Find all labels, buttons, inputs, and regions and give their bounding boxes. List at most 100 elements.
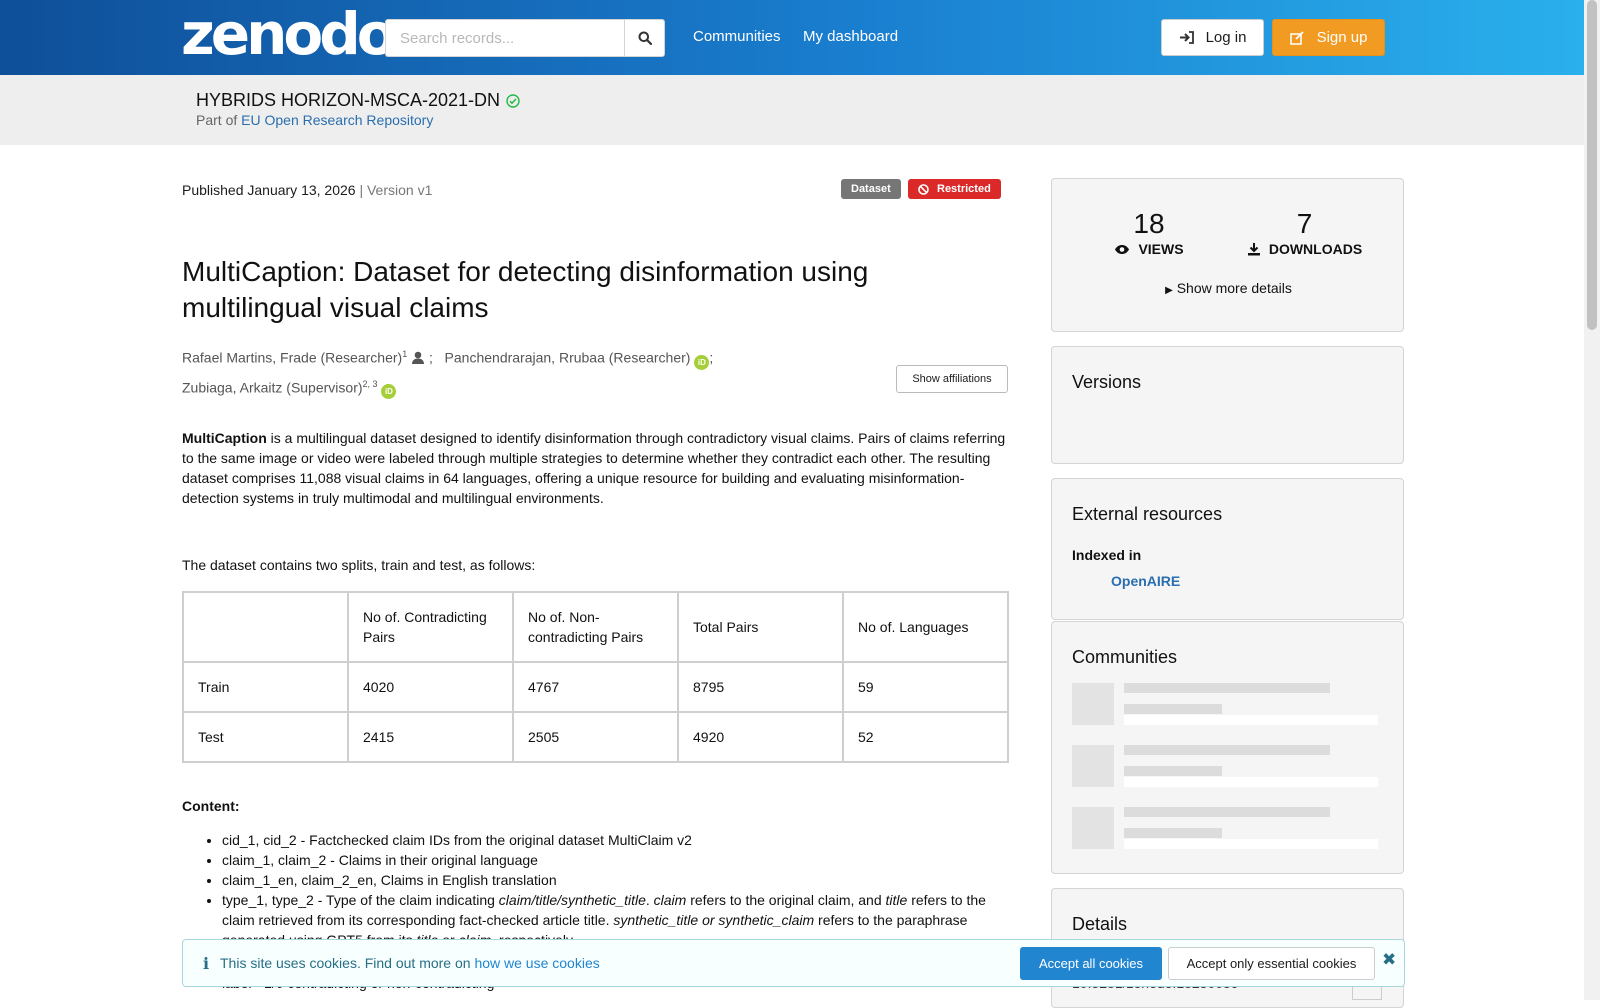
creator-link[interactable]: Rafael Martins, Frade (Researcher) <box>182 350 402 366</box>
creator-link[interactable]: Panchendrarajan, Rrubaa (Researcher) <box>445 350 691 366</box>
placeholder-line <box>1124 828 1222 838</box>
description-bold: MultiCaption <box>182 430 267 446</box>
nav-my-dashboard[interactable]: My dashboard <box>803 28 898 45</box>
show-more-label: Show more details <box>1176 280 1292 296</box>
search-input[interactable] <box>385 19 625 57</box>
openaire-link[interactable]: OpenAIRE <box>1111 573 1180 589</box>
placeholder-line <box>1124 766 1222 776</box>
login-label: Log in <box>1205 29 1247 46</box>
signup-label: Sign up <box>1316 29 1368 46</box>
caret-right-icon: ▶ <box>1165 285 1173 296</box>
search-button[interactable] <box>624 19 665 57</box>
description-text: is a multilingual dataset designed to id… <box>182 430 1006 506</box>
table-header-row: No of. Contradicting Pairs No of. Non-co… <box>182 591 1009 663</box>
close-icon[interactable]: ✖ <box>1382 950 1396 970</box>
affiliation-marker: 1 <box>402 349 408 359</box>
table-cell: 8795 <box>677 661 844 713</box>
sign-in-icon <box>1179 31 1194 44</box>
nav-communities[interactable]: Communities <box>693 28 781 45</box>
creators-list: Rafael Martins, Frade (Researcher)1 ; Pa… <box>182 341 772 400</box>
accept-all-cookies-button[interactable]: Accept all cookies <box>1020 947 1162 980</box>
part-of-prefix: Part of <box>196 112 238 128</box>
type-item-text: refers to the original claim, and <box>686 892 886 908</box>
type-item-italic: synthetic_title or synthetic_claim <box>613 912 815 928</box>
table-header-cell: Total Pairs <box>677 591 844 663</box>
signup-button[interactable]: Sign up <box>1272 19 1385 56</box>
type-item-italic: claim/title/synthetic_title <box>498 892 646 908</box>
cookie-text: This site uses cookies. Find out more on <box>220 955 475 971</box>
published-date: Published January 13, 2026 <box>182 182 356 198</box>
info-icon: i <box>203 954 210 973</box>
creator-link[interactable]: Zubiaga, Arkaitz (Supervisor) <box>182 379 363 395</box>
top-navbar: zenodo Communities My dashboard Log in S… <box>0 0 1584 75</box>
table-header-cell: No of. Languages <box>842 591 1009 663</box>
placeholder-line <box>1124 807 1330 817</box>
list-item: claim_1, claim_2 - Claims in their origi… <box>222 850 1002 870</box>
cookie-banner: i This site uses cookies. Find out more … <box>182 939 1405 987</box>
table-header-cell: No of. Non-contradicting Pairs <box>512 591 679 663</box>
community-name: HYBRIDS HORIZON-MSCA-2021-DN <box>196 90 501 110</box>
table-cell: 4767 <box>512 661 679 713</box>
placeholder-image <box>1072 683 1114 725</box>
login-button[interactable]: Log in <box>1161 19 1264 56</box>
access-status-badge: Restricted <box>908 179 1001 199</box>
versions-card: Versions <box>1051 346 1404 464</box>
publication-info: Published January 13, 2026 | Version v1 <box>182 182 432 198</box>
placeholder-line <box>1124 683 1330 693</box>
table-cell: 59 <box>842 661 1009 713</box>
placeholder-line <box>1124 715 1378 725</box>
downloads-label: DOWNLOADS <box>1268 241 1363 257</box>
cookie-policy-link[interactable]: how we use cookies <box>474 955 599 971</box>
views-stat: 18 VIEWS <box>1079 209 1219 257</box>
placeholder-line <box>1124 777 1378 787</box>
splits-table: No of. Contradicting Pairs No of. Non-co… <box>182 591 1009 763</box>
table-cell: 2505 <box>512 711 679 763</box>
splits-intro: The dataset contains two splits, train a… <box>182 557 536 573</box>
download-icon <box>1247 243 1260 256</box>
parent-community-link[interactable]: EU Open Research Repository <box>241 112 433 128</box>
edit-icon <box>1289 30 1304 45</box>
search-icon <box>638 31 652 45</box>
downloads-stat: 7 DOWNLOADS <box>1237 209 1372 257</box>
table-header-cell: No of. Contradicting Pairs <box>347 591 514 663</box>
record-description: MultiCaption is a multilingual dataset d… <box>182 428 1008 508</box>
indexed-in-label: Indexed in <box>1072 547 1142 563</box>
show-more-details-toggle[interactable]: ▶ Show more details <box>1052 280 1405 296</box>
views-count: 18 <box>1133 208 1165 239</box>
communities-card: Communities <box>1051 621 1404 874</box>
orcid-icon[interactable]: iD <box>381 384 397 400</box>
communities-title: Communities <box>1072 647 1178 667</box>
user-icon <box>412 351 425 364</box>
table-cell: Train <box>182 661 349 713</box>
community-header: HYBRIDS HORIZON-MSCA-2021-DN Part of EU … <box>0 75 1584 145</box>
table-cell: 52 <box>842 711 1009 763</box>
accept-essential-cookies-button[interactable]: Accept only essential cookies <box>1168 947 1375 980</box>
verified-check-icon <box>506 93 520 108</box>
type-item-text: type_1, type_2 - Type of the claim indic… <box>222 892 499 908</box>
show-affiliations-button[interactable]: Show affiliations <box>896 365 1008 393</box>
record-title: MultiCaption: Dataset for detecting disi… <box>182 256 869 323</box>
content-list: cid_1, cid_2 - Factchecked claim IDs fro… <box>222 830 1002 950</box>
resource-type-badge: Dataset <box>841 179 901 199</box>
list-item: cid_1, cid_2 - Factchecked claim IDs fro… <box>222 830 1002 850</box>
orcid-icon[interactable]: iD <box>694 354 710 370</box>
scrollbar-thumb[interactable] <box>1587 0 1597 330</box>
downloads-label-row: DOWNLOADS <box>1237 241 1372 257</box>
stats-card: 18 VIEWS 7 DOWNLOADS ▶ Show more details <box>1051 178 1404 332</box>
table-row: Train 4020 4767 8795 59 <box>182 661 1009 713</box>
type-item-italic: title <box>885 892 908 908</box>
placeholder-line <box>1124 745 1330 755</box>
type-item-text: . <box>645 892 654 908</box>
community-title[interactable]: HYBRIDS HORIZON-MSCA-2021-DN <box>196 90 520 111</box>
table-cell: Test <box>182 711 349 763</box>
zenodo-logo[interactable]: zenodo <box>181 5 397 63</box>
external-resources-title: External resources <box>1072 504 1223 524</box>
versions-title: Versions <box>1072 372 1142 392</box>
placeholder-image <box>1072 745 1114 787</box>
search-bar <box>385 19 665 57</box>
type-item-italic: claim <box>653 892 687 908</box>
table-cell: 2415 <box>347 711 514 763</box>
views-label: VIEWS <box>1138 241 1184 257</box>
eye-icon <box>1115 244 1130 254</box>
table-row: Test 2415 2505 4920 52 <box>182 711 1009 763</box>
